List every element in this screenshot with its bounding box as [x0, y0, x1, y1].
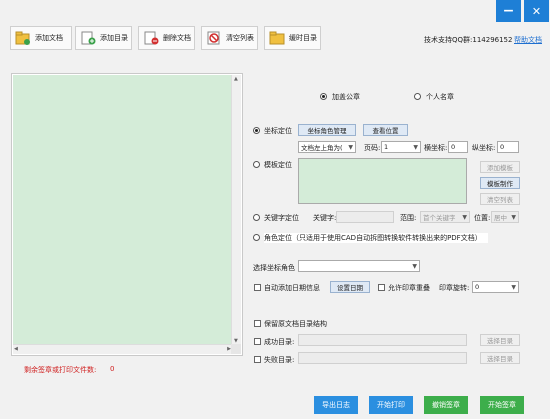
support-qq-text: 技术支持QQ群:114296152: [424, 36, 513, 44]
start-print-button[interactable]: 开始打印: [369, 396, 413, 414]
anchor-select[interactable]: 文档左上角为( ▼: [298, 141, 356, 153]
add-template-button[interactable]: 添加模板: [480, 161, 520, 173]
x-coord-label: 横坐标:: [424, 144, 448, 152]
chevron-down-icon: ▼: [412, 263, 417, 270]
view-position-button[interactable]: 查看位置: [363, 124, 408, 136]
folder-icon: [269, 31, 285, 45]
keyword-radio[interactable]: [253, 214, 260, 221]
delete-document-icon: [143, 31, 159, 45]
chevron-down-icon: ▼: [511, 214, 516, 221]
range-value: 首个关键字: [423, 214, 456, 222]
public-seal-radio[interactable]: [320, 93, 327, 100]
start-seal-button[interactable]: 开始签章: [480, 396, 524, 414]
success-dir-label: 成功目录:: [264, 338, 295, 346]
page-select[interactable]: 1 ▼: [381, 141, 421, 153]
delete-doc-button[interactable]: 删除文档: [138, 26, 195, 50]
fail-dir-label: 失败目录:: [264, 356, 295, 364]
success-dir-button[interactable]: 选择目录: [480, 334, 520, 346]
set-date-button[interactable]: 设置日期: [330, 281, 370, 293]
delete-doc-label: 删除文档: [163, 34, 191, 42]
add-folder-icon: [80, 31, 96, 45]
keep-structure-checkbox[interactable]: [254, 320, 261, 327]
personal-seal-radio[interactable]: [414, 93, 421, 100]
position-value: 居中: [494, 214, 507, 222]
page-value: 1: [384, 143, 389, 151]
kw-input-label: 关键字:: [313, 214, 337, 222]
export-log-button[interactable]: 导出日志: [314, 396, 358, 414]
vertical-scrollbar[interactable]: ▲ ▼: [231, 75, 241, 345]
rotate-label: 印章旋转:: [439, 284, 470, 292]
document-preview: ▲ ▼ ◀ ▶: [11, 73, 243, 356]
auto-date-checkbox[interactable]: [254, 284, 261, 291]
add-dir-button[interactable]: 添加目录: [75, 26, 132, 50]
page-label: 页码:: [364, 144, 381, 152]
range-label: 范围:: [400, 214, 417, 222]
template-label: 模板定位: [264, 161, 292, 169]
coord-radio[interactable]: [253, 127, 260, 134]
template-radio[interactable]: [253, 161, 260, 168]
position-label: 位置:: [474, 214, 491, 222]
keep-structure-label: 保留原文档目录结构: [264, 320, 327, 328]
minimize-button[interactable]: −: [496, 0, 521, 22]
coord-role-select[interactable]: ▼: [298, 260, 420, 272]
auto-date-label: 自动添加日期信息: [264, 284, 320, 292]
success-dir-input[interactable]: [298, 334, 467, 346]
chevron-down-icon: ▼: [462, 214, 467, 221]
clear-list-icon: [206, 31, 222, 45]
keyword-label: 关键字定位: [264, 214, 299, 222]
close-button[interactable]: ✕: [524, 0, 549, 22]
y-coord-label: 纵坐标:: [472, 144, 496, 152]
chevron-down-icon: ▼: [511, 284, 516, 291]
remaining-label: 剩余签章或打印文件数:: [24, 366, 97, 374]
public-seal-label: 加盖公章: [332, 93, 360, 101]
success-dir-checkbox[interactable]: [254, 338, 261, 345]
scroll-left-icon: ◀: [14, 346, 18, 352]
scroll-up-icon: ▲: [234, 76, 238, 82]
scroll-corner: [231, 344, 241, 354]
role-radio[interactable]: [253, 234, 260, 241]
template-list[interactable]: [298, 158, 467, 204]
add-document-icon: [15, 31, 31, 45]
chevron-down-icon: ▼: [413, 144, 418, 151]
allow-overlap-checkbox[interactable]: [378, 284, 385, 291]
help-doc-link[interactable]: 帮助文档: [514, 35, 542, 45]
make-template-button[interactable]: 模板制作: [480, 177, 520, 189]
revoke-seal-button[interactable]: 撤销签章: [424, 396, 468, 414]
temp-dir-button[interactable]: 缓时目录: [264, 26, 321, 50]
add-doc-button[interactable]: 添加文档: [10, 26, 72, 50]
chevron-down-icon: ▼: [348, 144, 353, 151]
add-dir-label: 添加目录: [100, 34, 128, 42]
fail-dir-checkbox[interactable]: [254, 356, 261, 363]
range-select[interactable]: 首个关键字 ▼: [420, 211, 470, 223]
horizontal-scrollbar[interactable]: ◀ ▶: [13, 344, 232, 354]
position-select[interactable]: 居中 ▼: [491, 211, 519, 223]
temp-dir-label: 缓时目录: [289, 34, 317, 42]
personal-seal-label: 个人名章: [426, 93, 454, 101]
add-doc-label: 添加文档: [35, 34, 63, 42]
keyword-input[interactable]: [336, 211, 394, 223]
rotate-value: 0: [475, 283, 480, 291]
preview-area: [13, 75, 232, 345]
minimize-icon: −: [502, 3, 515, 19]
anchor-value: 文档左上角为(: [301, 144, 343, 152]
fail-dir-input[interactable]: [298, 352, 467, 364]
allow-overlap-label: 允许印章重叠: [388, 284, 430, 292]
coord-label: 坐标定位: [264, 127, 292, 135]
fail-dir-button[interactable]: 选择目录: [480, 352, 520, 364]
clear-list-label: 清空列表: [226, 34, 254, 42]
rotate-select[interactable]: 0 ▼: [472, 281, 519, 293]
clear-list-button[interactable]: 清空列表: [201, 26, 258, 50]
select-role-label: 选择坐标角色: [253, 264, 295, 272]
remaining-count: 0: [110, 365, 115, 373]
close-icon: ✕: [531, 4, 542, 18]
clear-template-button[interactable]: 清空列表: [480, 193, 520, 205]
y-coord-input[interactable]: 0: [497, 141, 519, 153]
coord-role-manage-button[interactable]: 坐标角色管理: [298, 124, 356, 136]
role-label: 角色定位（只适用于使用CAD自动拆图转换软件转换出来的PDF文档）: [264, 233, 488, 243]
x-coord-input[interactable]: 0: [448, 141, 468, 153]
